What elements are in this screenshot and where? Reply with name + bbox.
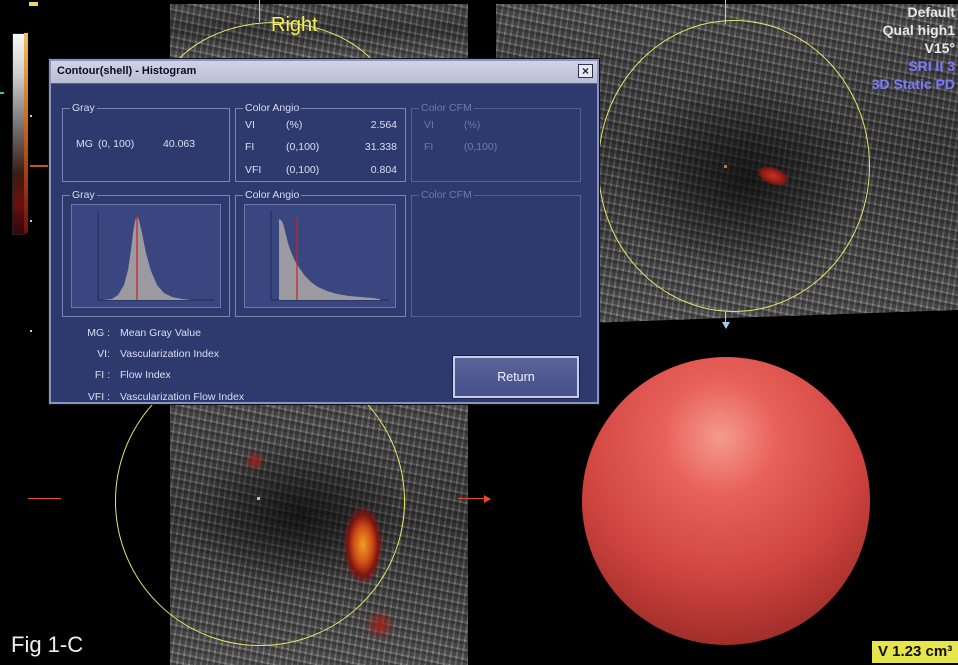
legend-key: VFI : [87, 391, 110, 403]
return-button[interactable]: Return [452, 355, 580, 399]
scale-top-marker [29, 2, 38, 6]
figure-label: Fig 1-C [11, 632, 84, 657]
color-scale-side [24, 33, 28, 233]
color-angio-histogram [244, 204, 396, 308]
scale-dot [30, 330, 32, 332]
settings-line: Qual high1 [882, 22, 955, 38]
histogram-dialog: Contour(shell) - Histogram × Gray MG (0,… [49, 59, 599, 404]
stat-name: VFI [245, 164, 262, 176]
stat-range: (%) [286, 119, 303, 131]
settings-line: Default [907, 4, 955, 20]
crosshair-marker-left [28, 498, 61, 499]
gray-histogram-distribution [102, 216, 192, 300]
crosshair-marker-right [458, 498, 486, 499]
group-label: Color CFM [419, 102, 474, 114]
center-marker [724, 165, 727, 168]
stat-name: VI [424, 119, 434, 131]
stat-name: MG [76, 138, 93, 150]
group-label: Gray [70, 189, 97, 201]
center-marker [257, 497, 260, 500]
stat-name: FI [245, 141, 255, 153]
crosshair-line [259, 0, 260, 22]
color-cfm-stats-group: Color CFM VI (%) FI (0,100) [411, 102, 581, 182]
scale-tick [30, 165, 48, 167]
legend-desc: Mean Gray Value [120, 327, 201, 339]
gray-histogram-group: Gray [62, 189, 230, 317]
group-label: Color CFM [419, 189, 474, 201]
color-angio-stats-group: Color Angio VI (%) 2.564 FI (0,100) 31.3… [235, 102, 406, 182]
legend-key: MG : [87, 327, 110, 339]
close-icon[interactable]: × [578, 64, 593, 78]
group-label: Color Angio [243, 189, 302, 201]
stat-range: (%) [464, 119, 481, 131]
settings-line: V15° [924, 40, 955, 56]
legend-desc: Vascularization Flow Index [120, 391, 245, 403]
settings-line: SRI II 3 [908, 58, 955, 74]
dialog-titlebar[interactable]: Contour(shell) - Histogram × [51, 61, 597, 84]
color-angio-histogram-plot [270, 211, 389, 301]
legend-desc: Flow Index [120, 369, 171, 381]
arrow-right-icon [484, 495, 491, 503]
flow-signal [343, 505, 383, 585]
gray-histogram [71, 204, 221, 308]
stat-range: (0,100) [286, 164, 320, 176]
stat-value: 2.564 [370, 119, 397, 131]
stat-range: (0,100) [464, 141, 498, 153]
group-label: Gray [70, 102, 97, 114]
legend-key: VI: [97, 348, 110, 360]
settings-line: 3D Static PD [871, 76, 955, 92]
flow-signal [365, 610, 395, 640]
scale-dot [30, 115, 32, 117]
gray-histogram-plot [97, 211, 214, 301]
volume-value: V 1.23 cm³ [878, 643, 953, 660]
group-label: Color Angio [243, 102, 302, 114]
color-angio-histogram-group: Color Angio [235, 189, 406, 317]
stat-name: FI [424, 141, 434, 153]
dialog-title: Contour(shell) - Histogram [57, 65, 197, 77]
scale-tick [0, 92, 4, 94]
stat-value: 40.063 [163, 138, 196, 150]
roi-ring-b [598, 20, 870, 312]
volume-badge: V 1.23 cm³ [872, 641, 958, 663]
color-angio-histogram-distribution [279, 219, 381, 300]
stat-range: (0, 100) [98, 138, 135, 150]
scale-dot [30, 220, 32, 222]
stat-range: (0,100) [286, 141, 320, 153]
gray-stats-group: Gray MG (0, 100) 40.063 [62, 102, 230, 182]
arrow-down-icon [722, 322, 730, 329]
color-cfm-histogram-group: Color CFM [411, 189, 581, 317]
legend-desc: Vascularization Index [120, 348, 220, 360]
acquisition-settings: Default Qual high1 V15° SRI II 3 3D Stat… [872, 3, 955, 93]
stat-value: 31.338 [364, 141, 397, 153]
stat-name: VI [245, 119, 255, 131]
flow-signal [245, 450, 265, 472]
legend-key: FI : [94, 369, 110, 381]
stat-value: 0.804 [370, 164, 397, 176]
volume-sphere[interactable] [582, 357, 870, 645]
